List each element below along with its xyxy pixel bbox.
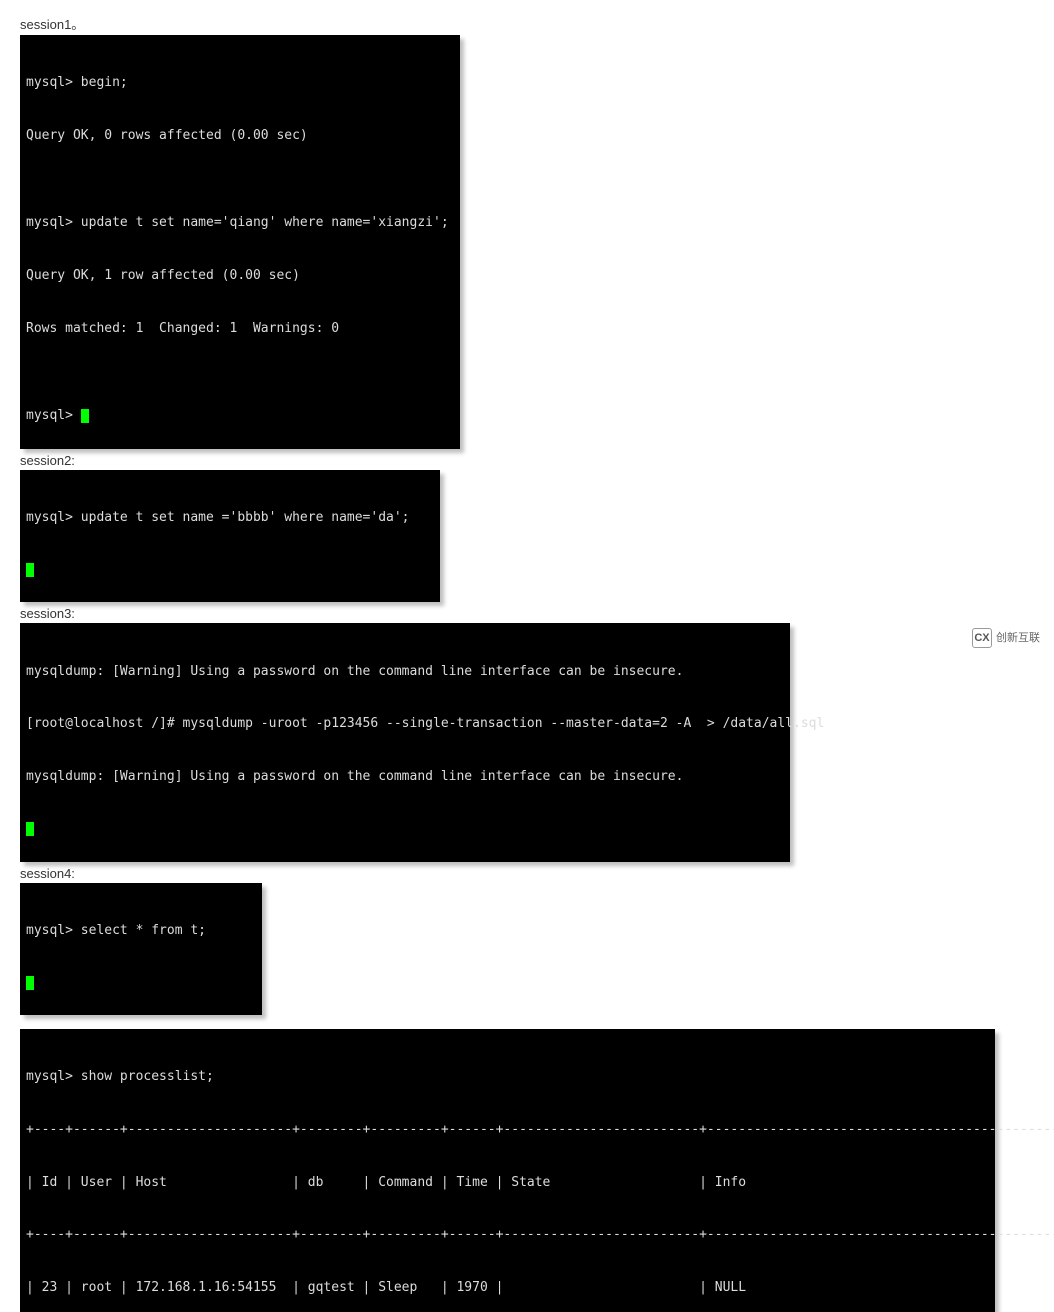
term-line: Query OK, 0 rows affected (0.00 sec) (26, 127, 454, 145)
session-label-2: session2: (20, 453, 1044, 468)
terminal-session3: mysqldump: [Warning] Using a password on… (20, 623, 790, 861)
prompt-text: mysql> (26, 408, 81, 423)
table-row: | 23 | root | 172.168.1.16:54155 | gqtes… (26, 1279, 989, 1297)
term-line: Query OK, 1 row affected (0.00 sec) (26, 267, 454, 285)
watermark: CX 创新互联 (968, 626, 1044, 650)
term-line: mysqldump: [Warning] Using a password on… (26, 768, 784, 786)
session-label-4: session4: (20, 866, 1044, 881)
watermark-text: 创新互联 (996, 632, 1040, 644)
cursor-icon (26, 563, 34, 577)
term-line (26, 561, 434, 579)
term-line: mysql> select * from t; (26, 922, 256, 940)
table-separator: +----+------+---------------------+-----… (26, 1121, 989, 1139)
term-line: mysql> show processlist; (26, 1068, 989, 1086)
terminal-processlist: mysql> show processlist; +----+------+--… (20, 1029, 995, 1312)
table-header: | Id | User | Host | db | Command | Time… (26, 1174, 989, 1192)
table-separator: +----+------+---------------------+-----… (26, 1226, 989, 1244)
terminal-session2: mysql> update t set name ='bbbb' where n… (20, 470, 440, 603)
cursor-icon (81, 409, 89, 423)
term-line (26, 974, 256, 992)
watermark-logo-icon: CX (972, 628, 992, 648)
terminal-session4: mysql> select * from t; (20, 883, 262, 1016)
term-line: mysqldump: [Warning] Using a password on… (26, 663, 784, 681)
term-line: mysql> update t set name ='bbbb' where n… (26, 509, 434, 527)
terminal-session1: mysql> begin; Query OK, 0 rows affected … (20, 35, 460, 449)
cursor-icon (26, 822, 34, 836)
term-prompt: mysql> (26, 407, 454, 425)
session-label-3: session3: (20, 606, 1044, 621)
term-line (26, 820, 784, 838)
term-line: Rows matched: 1 Changed: 1 Warnings: 0 (26, 320, 454, 338)
term-line: mysql> update t set name='qiang' where n… (26, 214, 454, 232)
session-label-1: session1。 (20, 14, 1044, 33)
term-line: mysql> begin; (26, 74, 454, 92)
cursor-icon (26, 976, 34, 990)
term-line: [root@localhost /]# mysqldump -uroot -p1… (26, 715, 784, 733)
